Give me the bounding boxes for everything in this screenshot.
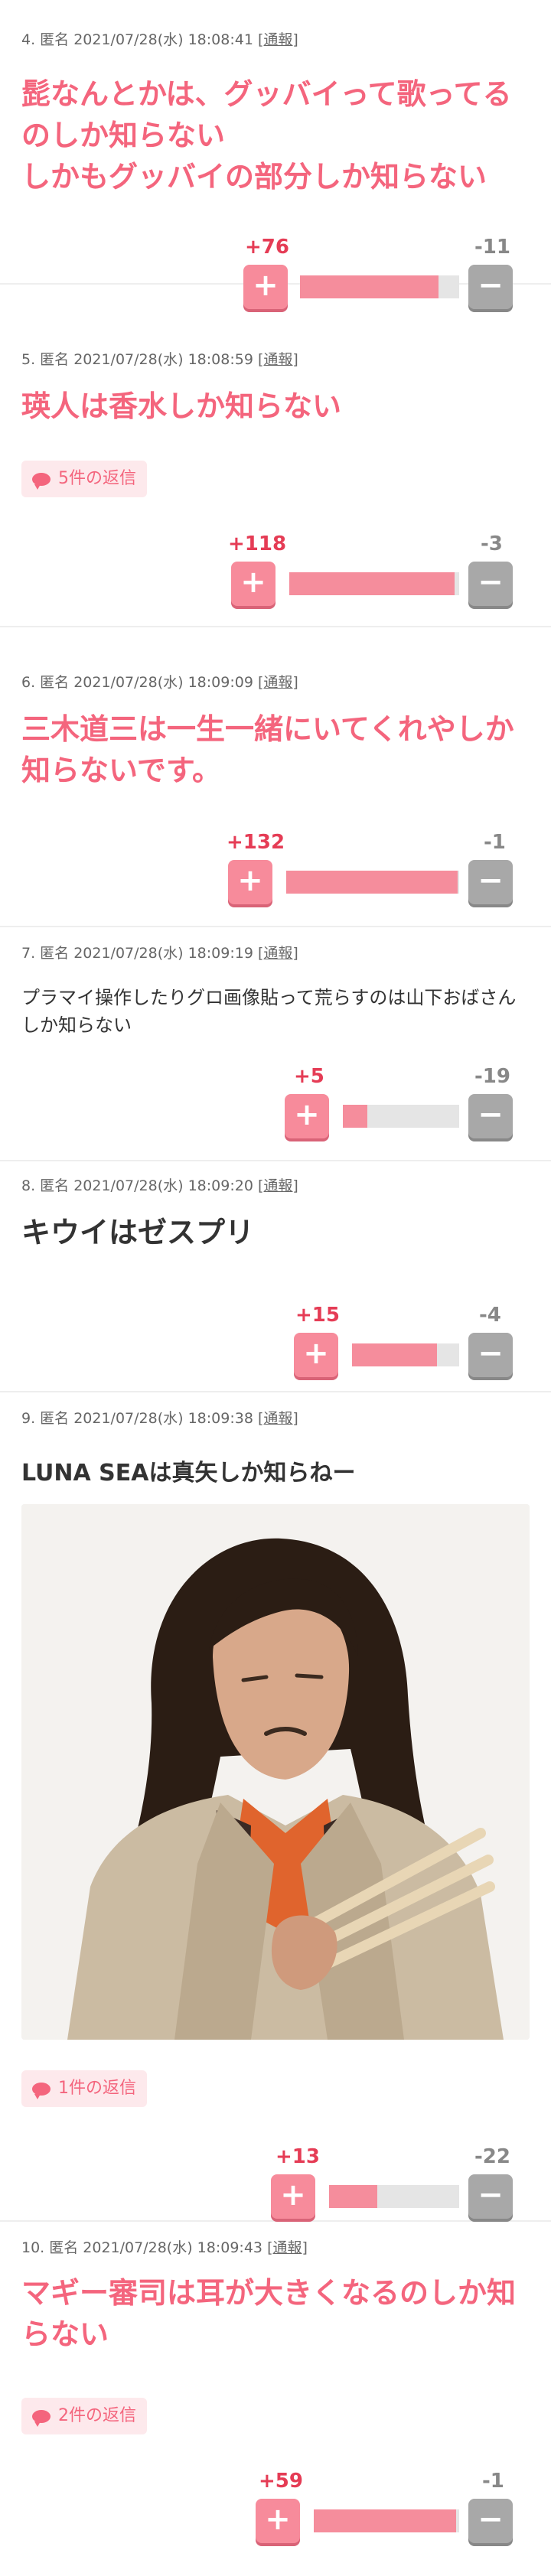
comment-meta: 8. 匿名 2021/07/28(水) 18:09:20 [通報] xyxy=(21,1177,298,1194)
plus-button[interactable]: + xyxy=(285,1094,329,1138)
plus-count: +13 xyxy=(276,2145,320,2168)
comment-photo[interactable] xyxy=(21,1504,530,2040)
plus-count: +118 xyxy=(228,532,287,555)
minus-button[interactable]: − xyxy=(468,2174,513,2219)
plus-button[interactable]: + xyxy=(271,2174,315,2219)
vote-ratio-bar xyxy=(286,871,459,894)
plus-count: +5 xyxy=(294,1065,324,1088)
vote-ratio-fill xyxy=(314,2509,457,2532)
comment-meta: 5. 匿名 2021/07/28(水) 18:08:59 [通報] xyxy=(21,351,298,368)
comment-7: 7. 匿名 2021/07/28(水) 18:09:19 [通報] プラマイ操作… xyxy=(0,927,551,1161)
vote-area: +15 -4 + − xyxy=(0,1304,551,1388)
minus-button[interactable]: − xyxy=(468,562,513,606)
speech-bubble-icon xyxy=(32,472,51,490)
report-link[interactable]: [通報] xyxy=(258,31,298,48)
plus-count: +59 xyxy=(259,2470,303,2493)
comment-5: 5. 匿名 2021/07/28(水) 18:08:59 [通報] 瑛人は香水し… xyxy=(0,285,551,627)
comment-meta: 10. 匿名 2021/07/28(水) 18:09:43 [通報] xyxy=(21,2239,308,2256)
speech-bubble-icon xyxy=(32,2082,51,2099)
reply-count: 2件の返信 xyxy=(58,2406,136,2425)
plus-count: +76 xyxy=(245,236,289,259)
reply-count: 5件の返信 xyxy=(58,469,136,488)
minus-button[interactable]: − xyxy=(468,1094,513,1138)
comment-meta: 4. 匿名 2021/07/28(水) 18:08:41 [通報] xyxy=(21,31,298,48)
plus-button[interactable]: + xyxy=(231,562,276,606)
report-link[interactable]: [通報] xyxy=(258,674,298,691)
minus-count: -4 xyxy=(479,1304,501,1327)
minus-button[interactable]: − xyxy=(468,1333,513,1377)
plus-count: +132 xyxy=(227,831,285,854)
plus-button[interactable]: + xyxy=(294,1333,338,1377)
reply-button[interactable]: 1件の返信 xyxy=(21,2070,147,2107)
vote-ratio-bar xyxy=(343,1105,459,1128)
minus-count: -11 xyxy=(474,236,510,259)
comment-4: 4. 匿名 2021/07/28(水) 18:08:41 [通報] 髭なんとかは… xyxy=(0,0,551,309)
vote-area: +132 -1 + − xyxy=(0,831,551,915)
comment-text: 三木道三は一生一緒にいてくれやしか知らないです。 xyxy=(21,712,514,787)
minus-count: -1 xyxy=(482,2470,504,2493)
minus-count: -3 xyxy=(481,532,503,555)
plus-button[interactable]: + xyxy=(228,860,272,904)
reply-button[interactable]: 2件の返信 xyxy=(21,2398,147,2434)
vote-area: +118 -3 + − xyxy=(0,532,551,617)
minus-count: -22 xyxy=(474,2145,510,2168)
reply-button[interactable]: 5件の返信 xyxy=(21,461,147,497)
comment-meta: 9. 匿名 2021/07/28(水) 18:09:38 [通報] xyxy=(21,1410,298,1427)
comment-meta: 6. 匿名 2021/07/28(水) 18:09:09 [通報] xyxy=(21,674,298,691)
vote-ratio-fill xyxy=(329,2185,377,2208)
plus-button[interactable]: + xyxy=(256,2499,300,2543)
comment-text: 髭なんとかは、グッバイって歌ってるのしか知らない しかもグッバイの部分しか知らな… xyxy=(21,77,512,194)
vote-ratio-fill xyxy=(289,572,455,595)
vote-area: +59 -1 + − xyxy=(0,2470,551,2554)
photo-drummer-illustration xyxy=(21,1504,530,2040)
report-link[interactable]: [通報] xyxy=(258,351,298,368)
comment-text: 瑛人は香水しか知らない xyxy=(21,389,342,423)
comment-text: プラマイ操作したりグロ画像貼って荒らすのは山下おばさんしか知らない xyxy=(21,987,517,1036)
report-link[interactable]: [通報] xyxy=(267,2239,308,2256)
comment-text: マギー審司は耳が大きくなるのしか知らない xyxy=(21,2276,517,2351)
comment-meta: 7. 匿名 2021/07/28(水) 18:09:19 [通報] xyxy=(21,945,298,962)
comment-6: 6. 匿名 2021/07/28(水) 18:09:09 [通報] 三木道三は一… xyxy=(0,627,551,927)
reply-count: 1件の返信 xyxy=(58,2079,136,2098)
vote-area: +13 -22 + − xyxy=(0,2145,551,2229)
speech-bubble-icon xyxy=(32,2409,51,2427)
comment-text: LUNA SEAは真矢しか知らねー xyxy=(21,1460,356,1487)
vote-ratio-fill xyxy=(352,1343,437,1366)
comment-10: 10. 匿名 2021/07/28(水) 18:09:43 [通報] マギー審司… xyxy=(0,2222,551,2576)
report-link[interactable]: [通報] xyxy=(258,945,298,962)
minus-count: -19 xyxy=(474,1065,510,1088)
report-link[interactable]: [通報] xyxy=(258,1177,298,1194)
minus-button[interactable]: − xyxy=(468,860,513,904)
comment-8: 8. 匿名 2021/07/28(水) 18:09:20 [通報] キウイはゼス… xyxy=(0,1161,551,1392)
vote-ratio-fill xyxy=(343,1105,367,1128)
minus-count: -1 xyxy=(484,831,506,854)
vote-area: +5 -19 + − xyxy=(0,1065,551,1149)
plus-count: +15 xyxy=(295,1304,340,1327)
vote-ratio-bar xyxy=(352,1343,459,1366)
vote-ratio-bar xyxy=(329,2185,459,2208)
minus-button[interactable]: − xyxy=(468,2499,513,2543)
report-link[interactable]: [通報] xyxy=(258,1410,298,1427)
vote-ratio-bar xyxy=(289,572,459,595)
vote-ratio-bar xyxy=(314,2509,459,2532)
vote-ratio-fill xyxy=(286,871,458,894)
comment-text: キウイはゼスプリ xyxy=(21,1216,255,1249)
